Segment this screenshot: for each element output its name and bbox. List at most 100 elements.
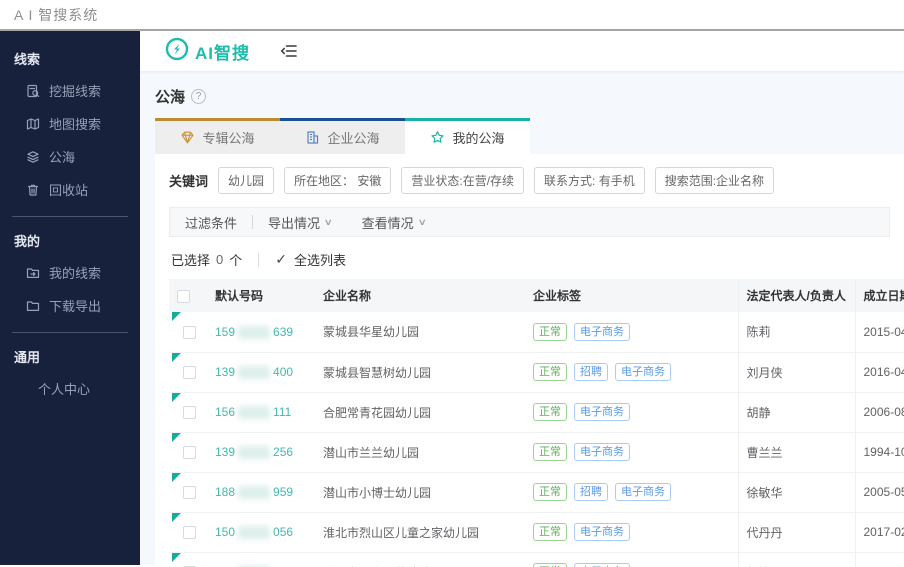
toolbar: 过滤条件 导出情况 ∨ 查看情况 ∨ [169, 207, 890, 237]
phone-cell: 132081 [207, 552, 315, 567]
phone-cell: 156 111 [207, 392, 315, 433]
row-corner-marker [172, 472, 181, 482]
row-checkbox[interactable] [183, 366, 196, 380]
phone-suffix: 959 [273, 484, 294, 499]
phone-redacted-blur [238, 366, 271, 380]
export-status-dropdown[interactable]: 导出情况 ∨ [253, 213, 347, 232]
established-date: 2017-02-14 [854, 512, 904, 553]
content: 公海 ? 专辑公海 企业公海 我的公海 关键词 幼儿园 所在地区： 安徽 营业状态:在营… [140, 71, 904, 567]
table-row[interactable]: 139256潜山市兰兰幼儿园正常电子商务曹兰兰1994-10-14 [169, 432, 904, 473]
logo-text: AI智搜 [195, 43, 250, 63]
sidebar-item-recycle-bin[interactable]: 回收站 [0, 173, 140, 206]
company-tag: 正常 [533, 402, 567, 422]
row-checkbox-cell [169, 472, 207, 513]
row-checkbox[interactable] [183, 486, 196, 500]
phone-prefix: 139 [215, 364, 236, 379]
phone-redacted-blur [238, 325, 271, 339]
phone-number[interactable]: 150 056 [215, 524, 293, 540]
table-row[interactable]: 188959潜山市小博士幼儿园正常招聘电子商务徐敏华2005-05-06 [169, 472, 904, 513]
established-date: 2016-11-01 [854, 552, 904, 567]
company-name[interactable]: 蒙城县智慧树幼儿园 [315, 352, 525, 393]
legal-representative: 赵敏 [737, 552, 855, 567]
sidebar-section-title: 线索 [14, 52, 41, 67]
phone-number[interactable]: 159 639 [215, 325, 293, 339]
sidebar-item-label: 个人中心 [38, 382, 91, 397]
established-date: 2006-08-19 [854, 392, 904, 433]
sidebar-item-profile-center[interactable]: 个人中心 [0, 372, 140, 405]
company-name[interactable]: 合肥常青花园幼儿园 [315, 392, 525, 433]
phone-number[interactable]: 139 256 [215, 445, 293, 460]
col-header-name: 企业名称 [315, 279, 525, 312]
phone-cell: 159 639 [207, 312, 315, 353]
keyword-filter-tag[interactable]: 搜索范围:企业名称 [654, 167, 775, 194]
tab-label: 专辑公海 [202, 131, 255, 146]
chevron-down-icon: ∨ [417, 216, 427, 227]
row-checkbox[interactable] [183, 406, 196, 420]
keyword-filter-row: 关键词 幼儿园 所在地区： 安徽 营业状态:在营/存续 联系方式: 有手机 搜索范围:企… [169, 167, 904, 194]
menu-fold-icon[interactable] [280, 42, 298, 60]
phone-redacted-blur [238, 406, 271, 420]
company-tag: 电子商务 [574, 562, 630, 567]
export-status-label: 导出情况 [268, 215, 321, 231]
sidebar-item-label: 回收站 [49, 183, 89, 198]
company-tags-cell: 正常电子商务 [525, 432, 738, 473]
table-row[interactable]: 139400蒙城县智慧树幼儿园正常招聘电子商务刘月侠2016-04-28 [169, 352, 904, 393]
phone-suffix: 111 [273, 404, 292, 419]
sidebar-item-public-sea[interactable]: 公海 [0, 140, 140, 173]
tab-label: 企业公海 [327, 131, 380, 146]
company-name[interactable]: 淮北市烈山区英才幼儿园 [315, 552, 525, 567]
app-logo: AI智搜 [165, 37, 250, 66]
row-checkbox[interactable] [183, 325, 196, 339]
company-tags-cell: 正常 招聘 电子商务 [525, 352, 738, 393]
tab-company-sea[interactable]: 企业公海 [280, 118, 405, 154]
table-row[interactable]: 132081淮北市烈山区英才幼儿园正常 电子商务 赵敏2016-11-01 [169, 552, 904, 567]
help-icon[interactable]: ? [191, 89, 207, 104]
company-name[interactable]: 潜山市小博士幼儿园 [315, 472, 525, 513]
folder-export-icon [26, 299, 40, 313]
tab-my-sea[interactable]: 我的公海 [405, 118, 530, 154]
sidebar-item-map-search[interactable]: 地图搜索 [0, 107, 140, 140]
keyword-filter-tag[interactable]: 营业状态:在营/存续 [401, 167, 525, 194]
established-date: 2015-04-15 [854, 312, 904, 353]
select-all-checkbox[interactable] [177, 289, 190, 303]
company-name[interactable]: 潜山市兰兰幼儿园 [315, 432, 525, 473]
main-header: AI智搜 [140, 31, 904, 71]
app-shell: 线索 挖掘线索 地图搜索 公海 回收站 我的 我的线索 下载导出 通用 个人中心 AI智搜 公海 … [0, 31, 904, 567]
phone-cell: 150 056 [207, 512, 315, 553]
row-corner-marker [172, 432, 181, 442]
keyword-filter-tag[interactable]: 幼儿园 [218, 167, 275, 194]
phone-number[interactable]: 188 959 [215, 484, 294, 500]
keyword-label: 关键词 [169, 174, 209, 189]
keyword-filter-tag[interactable]: 联系方式: 有手机 [534, 167, 645, 194]
filter-conditions-button[interactable]: 过滤条件 [170, 213, 252, 232]
sidebar-item-label: 地图搜索 [49, 117, 102, 132]
phone-cell: 139 400 [207, 352, 315, 393]
table-row[interactable]: 150056淮北市烈山区儿童之家幼儿园正常电子商务代丹丹2017-02-14 [169, 512, 904, 553]
keyword-filter-tag[interactable]: 所在地区： 安徽 [284, 167, 392, 194]
row-corner-marker [172, 552, 181, 562]
sidebar-item-my-clues[interactable]: 我的线索 [0, 256, 140, 289]
row-checkbox[interactable] [183, 446, 196, 460]
select-all-button[interactable]: 全选列表 [294, 250, 346, 269]
company-name[interactable]: 淮北市烈山区儿童之家幼儿园 [315, 512, 525, 553]
sidebar-divider [12, 216, 128, 217]
phone-prefix: 150 [215, 524, 236, 539]
sidebar-item-download-export[interactable]: 下载导出 [0, 289, 140, 322]
logo-icon [165, 37, 189, 66]
phone-number[interactable]: 139 400 [215, 364, 293, 380]
row-checkbox[interactable] [183, 526, 196, 540]
divider [258, 252, 260, 267]
view-status-dropdown[interactable]: 查看情况 ∨ [347, 213, 441, 232]
tab-album-sea[interactable]: 专辑公海 [155, 118, 280, 154]
row-checkbox-cell [169, 512, 207, 553]
company-tag: 正常 [533, 522, 567, 542]
company-name[interactable]: 蒙城县华星幼儿园 [315, 312, 525, 353]
diamond-icon [180, 130, 195, 145]
table-row[interactable]: 156111合肥常青花园幼儿园正常电子商务胡静2006-08-19 [169, 392, 904, 433]
company-tag: 电子商务 [615, 362, 671, 382]
table-header: 默认号码 企业名称 企业标签 法定代表人/负责人 成立日期 [169, 279, 904, 312]
window-title: A I 智搜系统 [14, 6, 99, 23]
table-row[interactable]: 159639蒙城县华星幼儿园正常电子商务陈莉2015-04-15 [169, 312, 904, 353]
sidebar-item-mining-clues[interactable]: 挖掘线索 [0, 74, 140, 107]
phone-number[interactable]: 156 111 [215, 404, 292, 420]
